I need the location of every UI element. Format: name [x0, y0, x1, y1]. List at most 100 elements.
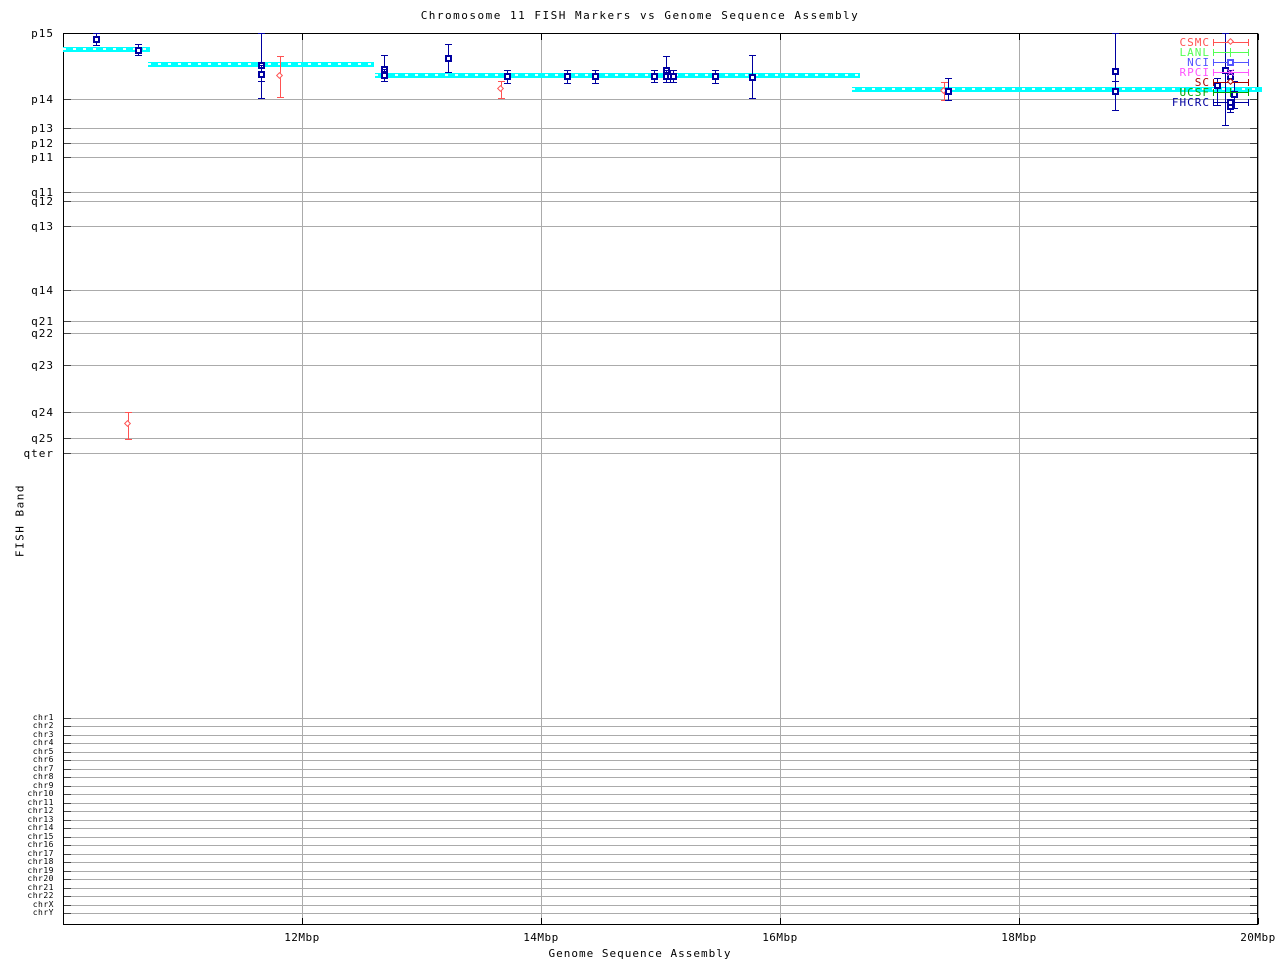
fhcrc-marker: [445, 54, 453, 62]
fhcrc-error-cap: [257, 98, 265, 99]
chr-tick-label: chr12: [27, 806, 54, 815]
fhcrc-error-cap: [749, 98, 756, 99]
fhcrc-error-cap: [134, 55, 142, 56]
fhcrc-error-cap: [711, 70, 719, 71]
fhcrc-error-cap: [651, 82, 659, 83]
chr-tick-label: chr22: [27, 891, 54, 900]
chr-tick-label: chr6: [32, 755, 54, 764]
legend-glyph-cap: [1248, 59, 1249, 66]
plot-border: [63, 33, 1258, 925]
legend-marker-plus: [1226, 47, 1235, 57]
fhcrc-error-cap: [670, 82, 678, 83]
fhcrc-marker: [670, 72, 678, 80]
chr-tick-label: chrY: [32, 908, 54, 917]
fhcrc-error-cap: [592, 70, 600, 71]
chr-tick-label: chr18: [27, 857, 54, 866]
fhcrc-error-cap: [92, 33, 100, 34]
x-tick-label: 20Mbp: [1240, 931, 1276, 944]
legend-label-fhcrc: FHCRC: [1171, 96, 1210, 109]
chr-tick-label: chr2: [32, 721, 54, 730]
fhcrc-error-cap: [1227, 112, 1234, 113]
fhcrc-error-cap: [662, 56, 670, 57]
band-tick-label: p13: [31, 122, 54, 135]
fhcrc-marker: [749, 73, 756, 81]
fhcrc-error-cap: [670, 70, 678, 71]
x-tick-top: [1258, 34, 1259, 40]
fhcrc-error-cap: [1112, 33, 1120, 34]
band-tick-label: p11: [31, 151, 54, 164]
band-tick-label: q12: [31, 195, 54, 208]
fhcrc-error-cap: [504, 83, 512, 84]
fhcrc-error-cap: [1213, 105, 1221, 106]
chr-tick-label: chr16: [27, 840, 54, 849]
legend-glyph-cap: [1213, 49, 1214, 56]
legend-glyph-cap: [1213, 39, 1214, 46]
band-tick-label: q22: [31, 327, 54, 340]
fhcrc-marker: [380, 71, 388, 79]
fhcrc-error-cap: [504, 70, 512, 71]
fhcrc-error-cap: [592, 83, 600, 84]
fhcrc-error-cap: [944, 100, 952, 101]
band-tick-label: p12: [31, 137, 54, 150]
fhcrc-error-cap: [749, 55, 756, 56]
fhcrc-marker: [563, 72, 571, 80]
band-tick-label: p14: [31, 93, 54, 106]
fhcrc-error-cap: [1112, 110, 1120, 111]
fhcrc-marker: [92, 35, 100, 43]
legend-marker-plus: [1226, 87, 1235, 97]
fhcrc-error-cap: [445, 72, 453, 73]
fhcrc-marker: [592, 72, 600, 80]
legend-glyph-cap: [1213, 59, 1214, 66]
legend-glyph-cap: [1213, 89, 1214, 96]
fhcrc-marker: [651, 72, 659, 80]
fhcrc-error-cap: [92, 45, 100, 46]
band-tick-label: q14: [31, 284, 54, 297]
band-tick-label: p15: [31, 27, 54, 40]
legend-glyph-cap: [1248, 89, 1249, 96]
csmc-error-cap: [276, 97, 284, 98]
fhcrc-error-cap: [1213, 78, 1221, 79]
csmc-error-cap: [125, 412, 133, 413]
x-tick-label: 18Mbp: [1001, 931, 1037, 944]
band-tick-label: q24: [31, 406, 54, 419]
legend-glyph-cap: [1248, 49, 1249, 56]
fhcrc-error-cap: [380, 69, 388, 70]
fhcrc-error-cap: [134, 44, 142, 45]
band-tick-label: qter: [23, 447, 54, 460]
fhcrc-error-cap: [944, 78, 952, 79]
legend-marker-square: [1227, 58, 1234, 66]
fhcrc-marker: [944, 87, 952, 95]
band-tick-label: q25: [31, 432, 54, 445]
chr-tick-label: chr14: [27, 823, 54, 832]
fhcrc-marker: [134, 46, 142, 54]
fhcrc-error-cap: [257, 33, 265, 34]
legend-glyph-cap: [1248, 69, 1249, 76]
chr-tick-label: chr8: [32, 772, 54, 781]
band-tick-label: q21: [31, 315, 54, 328]
legend-glyph-cap: [1213, 99, 1214, 106]
chr-tick-label: chr4: [32, 738, 54, 747]
fhcrc-error-cap: [1222, 33, 1230, 34]
fhcrc-error-cap: [563, 83, 571, 84]
legend-glyph-cap: [1213, 69, 1214, 76]
x-tick-bottom: [1258, 918, 1259, 924]
plot-area: p15 p14 p13 p12 p11 q11 q12 q13 q14 q21 q22 q23 q24 q…: [0, 0, 1280, 960]
csmc-error-cap: [498, 98, 506, 99]
legend-glyph-cap: [1213, 79, 1214, 86]
band-tick-label: q23: [31, 359, 54, 372]
fhcrc-error-cap: [257, 65, 265, 66]
csmc-error-cap: [276, 56, 284, 57]
fhcrc-marker: [257, 70, 265, 78]
fhcrc-error-cap: [563, 70, 571, 71]
x-tick-label: 16Mbp: [762, 931, 798, 944]
band-tick-label: q13: [31, 220, 54, 233]
fhcrc-error-cap: [711, 83, 719, 84]
cyan-band-segment: [374, 73, 861, 78]
fhcrc-error-cap: [445, 44, 453, 45]
legend-glyph-cap: [1248, 99, 1249, 106]
legend-glyph-cap: [1248, 39, 1249, 46]
chr-tick-label: chr10: [27, 789, 54, 798]
fhcrc-marker: [504, 72, 512, 80]
x-gridline: [1258, 33, 1259, 925]
legend-marker-square: [1227, 98, 1234, 106]
